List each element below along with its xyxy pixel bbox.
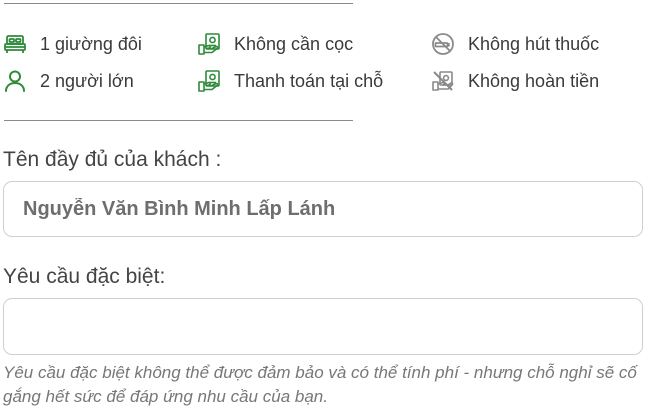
no-smoking-icon bbox=[430, 31, 456, 57]
amenity-non-refundable-label: Không hoàn tiền bbox=[468, 70, 600, 91]
bed-icon bbox=[2, 31, 28, 57]
amenity-bed-label: 1 giường đôi bbox=[40, 33, 142, 54]
person-icon bbox=[2, 68, 28, 94]
amenity-guests-label: 2 người lớn bbox=[40, 70, 134, 91]
amenity-pay-at-property: Thanh toán tại chỗ bbox=[196, 67, 383, 95]
special-request-field[interactable] bbox=[3, 298, 643, 355]
special-request-input[interactable] bbox=[21, 314, 642, 339]
amenity-guests: 2 người lớn bbox=[2, 67, 134, 95]
guest-name-input[interactable] bbox=[21, 196, 642, 222]
no-refund-icon bbox=[430, 68, 456, 94]
amenity-no-smoking: Không hút thuốc bbox=[430, 30, 599, 58]
bottom-divider bbox=[4, 120, 353, 121]
money-icon bbox=[196, 31, 222, 57]
amenity-no-deposit: Không cần cọc bbox=[196, 30, 353, 58]
special-request-label: Yêu cầu đặc biệt: bbox=[3, 265, 166, 288]
money-icon bbox=[196, 68, 222, 94]
amenity-no-smoking-label: Không hút thuốc bbox=[468, 33, 600, 54]
amenity-pay-at-property-label: Thanh toán tại chỗ bbox=[234, 70, 384, 91]
amenity-no-deposit-label: Không cần cọc bbox=[234, 33, 354, 54]
special-request-note: Yêu cầu đặc biệt không thể được đảm bảo … bbox=[3, 363, 637, 406]
guest-name-field[interactable] bbox=[3, 181, 643, 237]
amenity-non-refundable: Không hoàn tiền bbox=[430, 67, 599, 95]
guest-name-label: Tên đầy đủ của khách : bbox=[3, 148, 222, 171]
amenity-bed: 1 giường đôi bbox=[2, 30, 142, 58]
top-divider bbox=[4, 3, 353, 4]
